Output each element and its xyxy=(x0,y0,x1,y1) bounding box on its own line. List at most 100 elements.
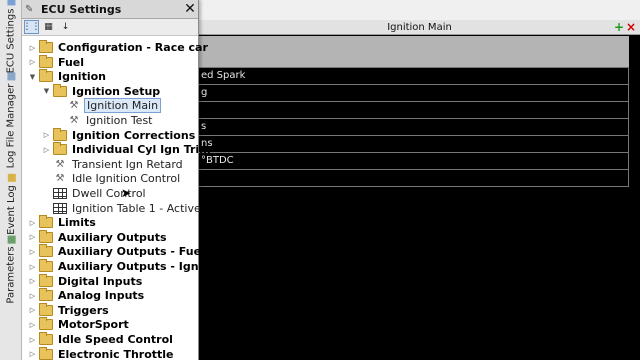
folder-icon xyxy=(39,40,53,53)
folder-icon xyxy=(53,127,67,141)
expand-arrow-icon[interactable]: ▷ xyxy=(28,248,37,256)
grid-row[interactable]: ns xyxy=(199,136,629,153)
categorized-icon[interactable]: ⋮⋮ xyxy=(23,20,41,34)
grid-row[interactable]: s xyxy=(199,119,629,136)
tree-item-label: Triggers xyxy=(58,303,109,317)
tree-item[interactable]: ▷ Auxiliary Outputs - Fuel xyxy=(28,244,207,259)
tree-item[interactable]: ▷ Individual Cyl Ign Trim xyxy=(42,142,213,157)
tree-item-label: Limits xyxy=(58,216,96,230)
tree-item[interactable]: ⚒ Transient Ign Retard xyxy=(42,157,185,172)
expand-arrow-icon[interactable]: ▷ xyxy=(28,263,37,271)
table-view-icon[interactable]: ▦ xyxy=(41,20,56,34)
tree-item-label: Ignition Corrections xyxy=(72,128,196,142)
grid-row[interactable] xyxy=(199,170,629,187)
panel-title: ECU Settings xyxy=(41,2,122,16)
folder-icon xyxy=(53,142,67,156)
grid-header xyxy=(199,36,629,68)
tree-item[interactable]: ▷ Idle Speed Control xyxy=(28,332,175,347)
wrench-icon: ⚒ xyxy=(55,173,65,185)
tree-item[interactable]: ▷ Auxiliary Outputs xyxy=(28,229,169,245)
main-editor: Ignition Main + × ed Spark g s ns °BTDC xyxy=(199,20,640,360)
tree-item-label: MotorSport xyxy=(58,318,129,332)
parameter-grid: ed Spark g s ns °BTDC xyxy=(199,68,629,187)
tree-item[interactable]: ▷ Configuration - Race car xyxy=(28,40,210,55)
sort-az-icon[interactable]: ↓ xyxy=(58,20,73,34)
wrench-icon: ⚒ xyxy=(69,100,79,112)
expand-arrow-icon[interactable]: ▷ xyxy=(28,44,37,52)
ecu-settings-panel: ✎ ECU Settings ✕ ⋮⋮ ▦ ↓ ▷ Configuration -… xyxy=(22,0,211,360)
tree-item[interactable]: Dwell Control xyxy=(42,186,148,201)
tree-item[interactable]: ▷ MotorSport xyxy=(28,317,131,332)
add-icon[interactable]: + xyxy=(614,20,624,35)
main-title-bar: Ignition Main + × xyxy=(199,20,640,35)
tab-log-file-manager[interactable]: Log File Manager xyxy=(1,70,21,170)
tree-item[interactable]: ▷ Analog Inputs xyxy=(28,288,146,303)
log-file-icon xyxy=(7,72,16,81)
tree-item-label: Individual Cyl Ign Trim xyxy=(72,143,211,157)
tree-item[interactable]: ▷ Fuel xyxy=(28,54,86,70)
tree-item-label: Ignition Table 1 - Active xyxy=(72,201,201,215)
folder-icon xyxy=(39,273,53,287)
folder-icon xyxy=(39,317,53,331)
tree-item[interactable]: ▷ Auxiliary Outputs - Ign xyxy=(28,259,201,274)
expand-arrow-icon[interactable]: ▷ xyxy=(28,219,37,227)
expand-arrow-icon[interactable]: ▷ xyxy=(28,321,37,329)
tab-ecu-settings[interactable]: ECU Settings xyxy=(1,0,21,73)
tab-log-file-manager-label: Log File Manager xyxy=(5,83,17,168)
tab-parameters-label: Parameters xyxy=(5,245,17,304)
folder-icon xyxy=(39,244,53,258)
tree-item[interactable]: ▷ Electronic Throttle xyxy=(28,346,176,360)
tree-item[interactable]: ▷ Digital Inputs xyxy=(28,273,144,289)
tree-item-label: Analog Inputs xyxy=(58,289,145,303)
folder-icon xyxy=(39,332,53,345)
folder-icon xyxy=(39,259,53,272)
tree-item[interactable]: ⚒ Idle Ignition Control xyxy=(42,171,182,186)
panel-toolbar: ⋮⋮ ▦ ↓ xyxy=(22,19,198,36)
tree-item-label: Auxiliary Outputs - Fuel xyxy=(58,245,205,259)
tree-item-label: Configuration - Race car xyxy=(58,41,208,54)
event-log-icon xyxy=(7,173,15,182)
expand-arrow-icon[interactable]: ▷ xyxy=(42,131,51,139)
wrench-icon: ⚒ xyxy=(55,158,65,170)
grid-row[interactable] xyxy=(199,102,629,119)
tab-parameters[interactable]: Parameters xyxy=(1,234,21,304)
folder-icon xyxy=(39,346,53,360)
tree-item-label: Fuel xyxy=(58,55,85,69)
expand-arrow-icon[interactable]: ▷ xyxy=(28,277,37,285)
grid-row[interactable]: °BTDC xyxy=(199,153,629,170)
tree-item-label: Ignition Setup xyxy=(72,84,161,98)
tree-item[interactable]: ▷ Limits xyxy=(28,215,98,230)
collapse-arrow-icon[interactable]: ▼ xyxy=(28,73,37,81)
expand-arrow-icon[interactable]: ▷ xyxy=(28,336,37,344)
folder-icon xyxy=(39,288,53,302)
panel-close-button[interactable]: ✕ xyxy=(182,1,198,17)
tree-item[interactable]: ▼ Ignition Setup xyxy=(42,83,162,99)
pin-icon[interactable]: ✎ xyxy=(25,4,37,15)
settings-icon xyxy=(7,0,16,6)
main-title: Ignition Main xyxy=(387,22,452,33)
mouse-cursor-icon: ➤ xyxy=(121,186,132,200)
tab-event-log[interactable]: Event Log xyxy=(1,173,21,234)
tree-item-label: Dwell Control xyxy=(72,187,146,200)
expand-arrow-icon[interactable]: ▷ xyxy=(28,292,37,300)
expand-arrow-icon[interactable]: ▷ xyxy=(28,350,37,358)
tree-item-label: Digital Inputs xyxy=(58,274,143,288)
tree-item[interactable]: ▼ Ignition xyxy=(28,69,108,84)
expand-arrow-icon[interactable]: ▷ xyxy=(28,58,37,66)
expand-arrow-icon[interactable]: ▷ xyxy=(28,233,37,241)
expand-arrow-icon[interactable]: ▷ xyxy=(28,306,37,314)
tree-item[interactable]: Ignition Table 1 - Active xyxy=(42,201,203,216)
tree-item[interactable]: ▷ Triggers xyxy=(28,302,111,318)
tree-item[interactable]: ▷ Ignition Corrections xyxy=(42,127,197,143)
grid-row[interactable]: g xyxy=(199,85,629,102)
collapse-arrow-icon[interactable]: ▼ xyxy=(42,87,51,95)
wrench-icon: ⚒ xyxy=(69,115,79,126)
tree-item[interactable]: ⚒ Ignition Main xyxy=(56,98,162,114)
expand-arrow-icon[interactable]: ▷ xyxy=(42,146,51,154)
grid-row[interactable]: ed Spark xyxy=(199,68,629,85)
parameters-icon xyxy=(7,234,15,243)
tree-item-label: Ignition Main xyxy=(84,98,162,114)
close-icon[interactable]: × xyxy=(626,20,636,35)
tree-item[interactable]: ⚒ Ignition Test xyxy=(56,113,154,128)
tree-item-label: Auxiliary Outputs xyxy=(58,230,167,244)
